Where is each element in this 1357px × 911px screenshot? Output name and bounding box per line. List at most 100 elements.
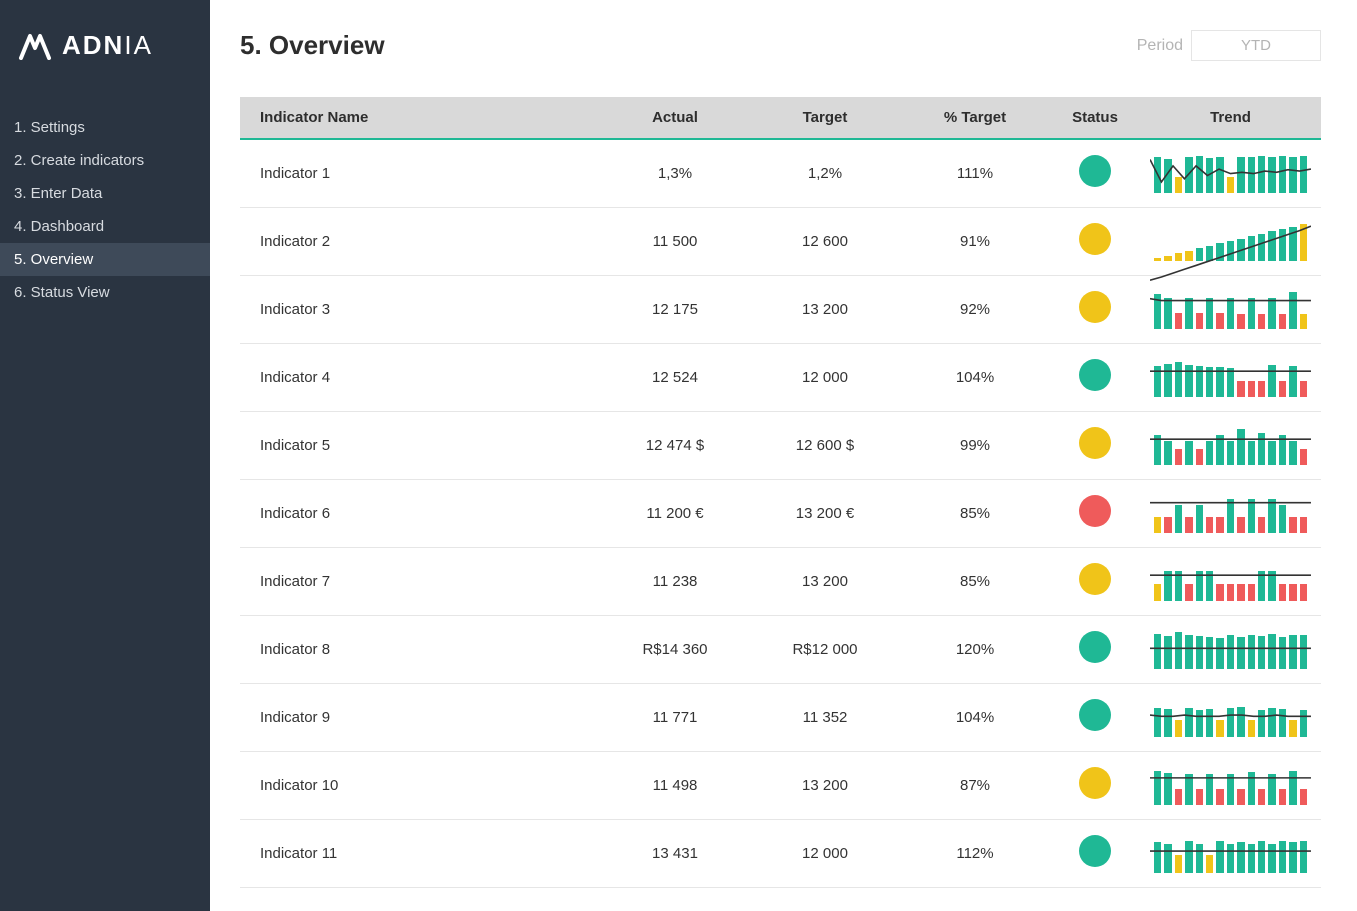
table-row: Indicator 1011 49813 20087% <box>240 751 1321 819</box>
cell-target: 1,2% <box>750 139 900 207</box>
cell-pct: 104% <box>900 683 1050 751</box>
cell-pct: 85% <box>900 479 1050 547</box>
cell-target: 12 600 <box>750 207 900 275</box>
status-dot-yellow <box>1079 291 1111 323</box>
cell-trend <box>1140 547 1321 615</box>
col-header-status: Status <box>1050 97 1140 139</box>
sidebar-item-2[interactable]: 3. Enter Data <box>0 177 210 210</box>
period-filter: Period YTD <box>1137 30 1321 61</box>
cell-actual: 11 500 <box>600 207 750 275</box>
sparkline <box>1150 425 1311 465</box>
cell-actual: 12 474 $ <box>600 411 750 479</box>
cell-trend <box>1140 479 1321 547</box>
cell-pct: 99% <box>900 411 1050 479</box>
page-title: 5. Overview <box>240 30 385 61</box>
cell-actual: 11 771 <box>600 683 750 751</box>
cell-trend <box>1140 751 1321 819</box>
cell-status <box>1050 479 1140 547</box>
sparkline <box>1150 629 1311 669</box>
page-header: 5. Overview Period YTD <box>240 30 1321 61</box>
brand-logo: ADNIA <box>0 0 210 111</box>
cell-name: Indicator 7 <box>240 547 600 615</box>
cell-trend <box>1140 615 1321 683</box>
period-select[interactable]: YTD <box>1191 30 1321 61</box>
status-dot-green <box>1079 359 1111 391</box>
cell-pct: 91% <box>900 207 1050 275</box>
cell-pct: 111% <box>900 139 1050 207</box>
cell-trend <box>1140 819 1321 887</box>
sparkline <box>1150 153 1311 193</box>
cell-pct: 120% <box>900 615 1050 683</box>
cell-target: 12 000 <box>750 819 900 887</box>
period-label: Period <box>1137 37 1183 55</box>
sparkline <box>1150 221 1311 261</box>
table-row: Indicator 711 23813 20085% <box>240 547 1321 615</box>
cell-actual: 11 200 € <box>600 479 750 547</box>
status-dot-green <box>1079 631 1111 663</box>
col-header-trend: Trend <box>1140 97 1321 139</box>
cell-status <box>1050 343 1140 411</box>
status-dot-yellow <box>1079 767 1111 799</box>
cell-target: 13 200 € <box>750 479 900 547</box>
cell-name: Indicator 10 <box>240 751 600 819</box>
cell-target: 13 200 <box>750 547 900 615</box>
table-row: Indicator 1113 43112 000112% <box>240 819 1321 887</box>
sidebar-item-4[interactable]: 5. Overview <box>0 243 210 276</box>
cell-status <box>1050 615 1140 683</box>
sparkline <box>1150 357 1311 397</box>
cell-actual: 11 498 <box>600 751 750 819</box>
table-row: Indicator 512 474 $12 600 $99% <box>240 411 1321 479</box>
cell-name: Indicator 6 <box>240 479 600 547</box>
cell-actual: 1,3% <box>600 139 750 207</box>
cell-status <box>1050 547 1140 615</box>
cell-pct: 104% <box>900 343 1050 411</box>
cell-pct: 87% <box>900 751 1050 819</box>
sparkline <box>1150 289 1311 329</box>
cell-status <box>1050 683 1140 751</box>
cell-target: 11 352 <box>750 683 900 751</box>
main-content: 5. Overview Period YTD Indicator Name Ac… <box>210 0 1357 911</box>
cell-status <box>1050 139 1140 207</box>
table-row: Indicator 211 50012 60091% <box>240 207 1321 275</box>
cell-name: Indicator 4 <box>240 343 600 411</box>
sidebar-item-1[interactable]: 2. Create indicators <box>0 144 210 177</box>
cell-trend <box>1140 207 1321 275</box>
table-body: Indicator 11,3%1,2%111%Indicator 211 500… <box>240 139 1321 887</box>
cell-target: 12 600 $ <box>750 411 900 479</box>
cell-status <box>1050 411 1140 479</box>
table-row: Indicator 11,3%1,2%111% <box>240 139 1321 207</box>
cell-trend <box>1140 411 1321 479</box>
cell-name: Indicator 2 <box>240 207 600 275</box>
cell-status <box>1050 207 1140 275</box>
col-header-pct: % Target <box>900 97 1050 139</box>
indicator-table: Indicator Name Actual Target % Target St… <box>240 97 1321 888</box>
status-dot-yellow <box>1079 563 1111 595</box>
table-row: Indicator 911 77111 352104% <box>240 683 1321 751</box>
table-row: Indicator 611 200 €13 200 €85% <box>240 479 1321 547</box>
brand-name: ADNIA <box>62 30 153 61</box>
cell-target: 13 200 <box>750 275 900 343</box>
status-dot-yellow <box>1079 223 1111 255</box>
cell-target: R$12 000 <box>750 615 900 683</box>
cell-actual: 13 431 <box>600 819 750 887</box>
sidebar-item-5[interactable]: 6. Status View <box>0 276 210 309</box>
sidebar-item-0[interactable]: 1. Settings <box>0 111 210 144</box>
cell-actual: R$14 360 <box>600 615 750 683</box>
cell-status <box>1050 819 1140 887</box>
sidebar-item-3[interactable]: 4. Dashboard <box>0 210 210 243</box>
sidebar-nav: 1. Settings2. Create indicators3. Enter … <box>0 111 210 309</box>
cell-pct: 92% <box>900 275 1050 343</box>
sparkline <box>1150 765 1311 805</box>
status-dot-green <box>1079 835 1111 867</box>
cell-name: Indicator 5 <box>240 411 600 479</box>
cell-trend <box>1140 343 1321 411</box>
cell-status <box>1050 275 1140 343</box>
sparkline <box>1150 493 1311 533</box>
cell-status <box>1050 751 1140 819</box>
table-header: Indicator Name Actual Target % Target St… <box>240 97 1321 139</box>
cell-trend <box>1140 275 1321 343</box>
status-dot-green <box>1079 699 1111 731</box>
cell-trend <box>1140 139 1321 207</box>
status-dot-green <box>1079 155 1111 187</box>
sparkline <box>1150 833 1311 873</box>
